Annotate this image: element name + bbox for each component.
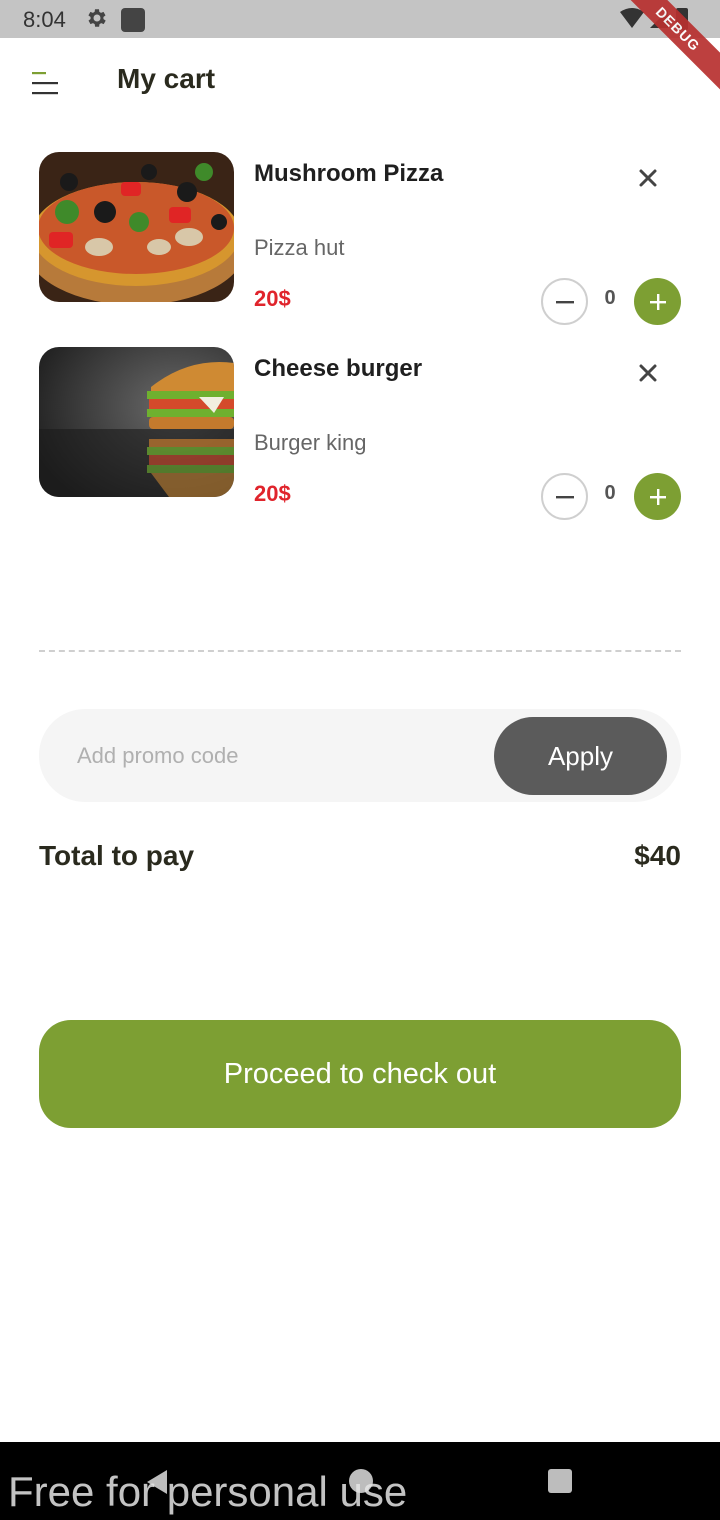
burger-image xyxy=(39,347,234,497)
pizza-image xyxy=(39,152,234,302)
wifi-icon xyxy=(620,8,644,28)
minus-icon xyxy=(555,495,574,498)
close-icon[interactable] xyxy=(635,360,661,386)
apply-button[interactable]: Apply xyxy=(494,717,667,795)
plus-icon xyxy=(649,488,666,505)
menu-icon[interactable] xyxy=(30,68,62,100)
notification-app-icon xyxy=(121,8,145,32)
recents-icon[interactable] xyxy=(548,1469,572,1493)
dashed-divider xyxy=(39,650,681,652)
minus-icon xyxy=(555,300,574,303)
item-store: Pizza hut xyxy=(254,235,345,260)
close-icon[interactable] xyxy=(635,165,661,191)
settings-gear-icon xyxy=(84,6,108,35)
decrease-quantity-button[interactable] xyxy=(541,473,588,520)
item-name: Cheese burger xyxy=(254,355,423,382)
item-price: 20$ xyxy=(254,481,291,506)
status-bar: 8:04 DEBUG xyxy=(0,0,720,95)
item-price: 20$ xyxy=(254,286,291,311)
promo-code-input[interactable] xyxy=(77,736,477,776)
item-name: Mushroom Pizza xyxy=(254,160,444,187)
promo-code-box: Apply xyxy=(39,709,681,802)
cart-item: Cheese burger Burger king 20$ 0 xyxy=(39,347,681,520)
decrease-quantity-button[interactable] xyxy=(541,278,588,325)
page-title: My cart xyxy=(117,63,216,94)
quantity-value: 0 xyxy=(604,482,616,504)
increase-quantity-button[interactable] xyxy=(634,473,681,520)
plus-icon xyxy=(649,293,666,310)
quantity-value: 0 xyxy=(604,287,616,309)
status-time: 8:04 xyxy=(23,7,66,32)
watermark: Free for personal use xyxy=(8,1468,408,1515)
cart-item: Mushroom Pizza Pizza hut 20$ 0 xyxy=(39,152,681,325)
total-value: $40 xyxy=(634,840,681,871)
item-store: Burger king xyxy=(254,430,367,455)
checkout-button[interactable]: Proceed to check out xyxy=(39,1020,681,1128)
increase-quantity-button[interactable] xyxy=(634,278,681,325)
total-label: Total to pay xyxy=(39,840,195,871)
